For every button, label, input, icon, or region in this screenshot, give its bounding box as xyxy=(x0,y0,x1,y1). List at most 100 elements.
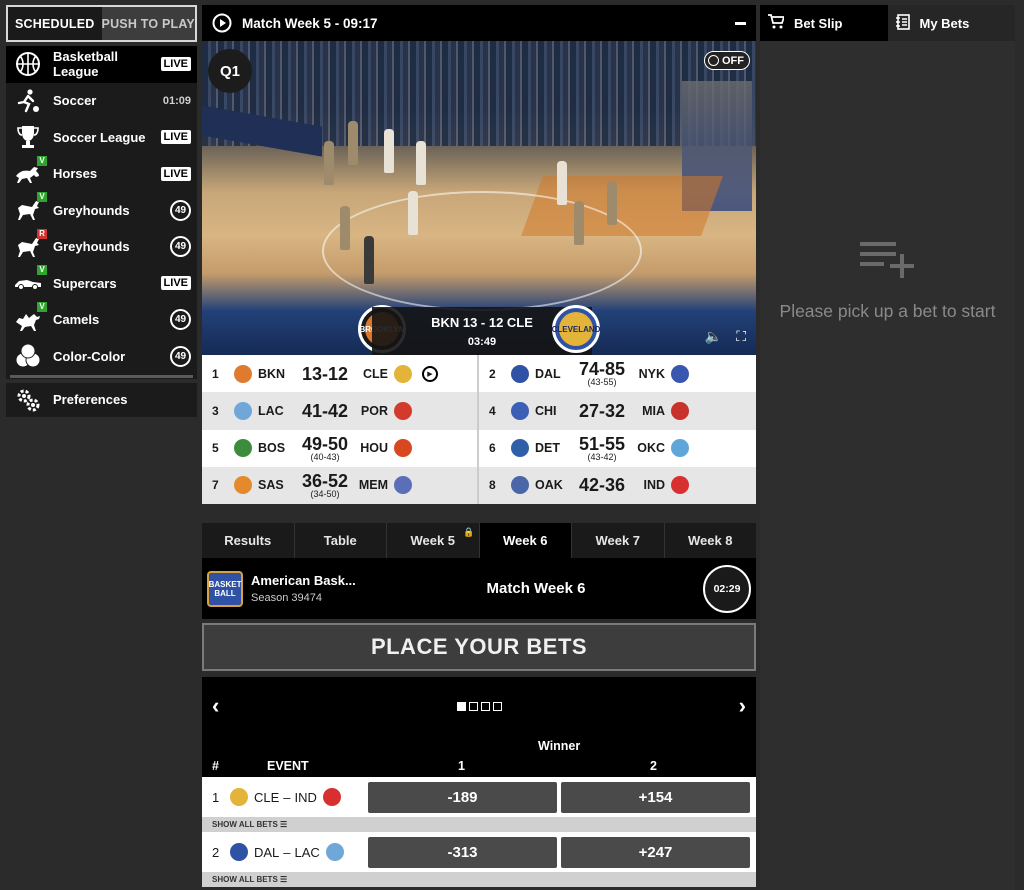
player xyxy=(416,141,426,185)
odd-button-2[interactable]: +154 xyxy=(561,781,750,813)
tab-bet-slip[interactable]: Bet Slip xyxy=(760,5,888,41)
away-team: CLE xyxy=(363,366,388,381)
page-dot[interactable] xyxy=(480,701,490,711)
game-greyhounds-r[interactable]: R Greyhounds 49 xyxy=(6,228,197,266)
game-soccer-league[interactable]: Soccer League LIVE xyxy=(6,119,197,156)
match-item[interactable]: 2 DAL 74-85 (43-55) NYK xyxy=(479,355,756,392)
bet-panel-tabs: Bet Slip My Bets xyxy=(760,5,1015,41)
empty-betslip-message: Please pick up a bet to start xyxy=(779,301,996,321)
bkn-logo xyxy=(234,364,252,383)
player xyxy=(384,129,394,173)
away-team: MEM xyxy=(358,478,388,493)
match-score: 51-55 (43-42) xyxy=(571,435,633,462)
home-team: DAL xyxy=(254,844,280,860)
match-index: 4 xyxy=(489,403,496,418)
home-team: BOS xyxy=(258,441,286,456)
virtual-badge: V xyxy=(37,301,47,312)
odds-row: 1 CLE – IND -189 +154 xyxy=(202,777,756,817)
tab-week-6[interactable]: Week 6 xyxy=(479,523,572,558)
video-controls: 🔈 ⛶ xyxy=(705,328,746,345)
score: 27-32 xyxy=(578,400,626,421)
game-name: Horses xyxy=(53,166,98,182)
add-to-list-icon xyxy=(860,242,914,278)
tab-week-5[interactable]: Week 5 🔒 xyxy=(387,523,480,558)
page-dot[interactable] xyxy=(492,701,502,711)
tab-week-8[interactable]: Week 8 xyxy=(664,523,756,558)
event-index: 2 xyxy=(212,844,220,860)
game-camels[interactable]: V Camels 49 xyxy=(6,301,197,339)
virtual-badge: V xyxy=(37,265,47,276)
lac-logo xyxy=(325,843,344,861)
next-arrow-icon[interactable]: › xyxy=(739,693,746,719)
match-item[interactable]: 8 OAK 42-36 IND xyxy=(479,466,756,504)
home-team: CLE xyxy=(254,789,280,805)
bet-slip-label: Bet Slip xyxy=(794,15,843,31)
match-item[interactable]: 4 CHI 27-32 MIA xyxy=(479,392,756,430)
game-basketball-league[interactable]: Basketball League LIVE xyxy=(6,46,197,83)
fullscreen-icon[interactable]: ⛶ xyxy=(736,328,746,345)
count-badge: 49 xyxy=(170,236,191,258)
match-item[interactable]: 1 BKN 13-12 CLE ▶ xyxy=(202,355,479,393)
prev-arrow-icon[interactable]: ‹ xyxy=(212,693,219,719)
odds-header: Winner # EVENT 1 2 xyxy=(202,735,756,777)
ind-logo xyxy=(671,476,689,495)
show-all-bets-link[interactable]: SHOW ALL BETS ☰ xyxy=(202,872,756,887)
match-index: 8 xyxy=(489,478,496,493)
game-horses[interactable]: V Horses LIVE xyxy=(6,155,197,193)
live-badge: LIVE xyxy=(160,276,191,291)
match-index: 2 xyxy=(489,366,496,381)
match-item[interactable]: 3 LAC 41-42 POR xyxy=(202,392,479,430)
match-item[interactable]: 5 BOS 49-50 (40-43) HOU xyxy=(202,429,479,467)
toggle-knob xyxy=(708,55,719,66)
page-dot[interactable] xyxy=(456,701,466,711)
home-team: DAL xyxy=(535,366,561,381)
watch-play-icon[interactable]: ▶ xyxy=(422,365,438,382)
cleveland-logo: CLEVELAND xyxy=(552,312,600,346)
volume-icon[interactable]: 🔈 xyxy=(705,328,722,345)
show-all-bets-link[interactable]: SHOW ALL BETS ☰ xyxy=(202,817,756,832)
match-item[interactable]: 7 SAS 36-52 (34-50) MEM xyxy=(202,466,479,504)
game-color-color[interactable]: Color-Color 49 xyxy=(6,338,197,375)
show-all-label: SHOW ALL BETS ☰ xyxy=(212,820,288,829)
player xyxy=(408,191,418,235)
preferences-button[interactable]: Preferences xyxy=(6,378,197,417)
tab-week-7[interactable]: Week 7 xyxy=(572,523,665,558)
live-badge: LIVE xyxy=(160,166,191,181)
mia-logo xyxy=(671,401,689,420)
odds-buttons: -189 +154 xyxy=(362,777,756,817)
away-team-logo: CLEVELAND xyxy=(552,305,600,353)
dal-logo xyxy=(511,364,529,383)
minimize-icon[interactable] xyxy=(735,21,746,25)
half-score: (43-55) xyxy=(587,377,617,388)
game-name: Camels xyxy=(53,312,100,328)
odd-button-1[interactable]: -189 xyxy=(368,781,557,813)
odds-row: 2 DAL – LAC -313 +247 xyxy=(202,832,756,872)
chi-logo xyxy=(511,401,529,420)
games-list: Basketball League LIVE Soccer 01:09 Socc… xyxy=(6,46,197,379)
por-logo xyxy=(394,401,412,420)
stats-toggle[interactable]: OFF xyxy=(704,51,750,70)
match-item[interactable]: 6 DET 51-55 (43-42) OKC xyxy=(479,430,756,467)
tab-scheduled[interactable]: SCHEDULED xyxy=(8,7,102,40)
score: 49-50 xyxy=(301,433,349,454)
tab-my-bets[interactable]: My Bets xyxy=(887,5,1015,41)
tab-results[interactable]: Results xyxy=(202,523,295,558)
ind-logo xyxy=(322,788,341,806)
game-supercars[interactable]: V Supercars LIVE xyxy=(6,265,197,302)
odd-button-1[interactable]: -313 xyxy=(368,836,557,868)
video-player[interactable]: Q1 OFF BROOKLYN BKN 13 - 12 CLE 03:49 CL… xyxy=(202,41,756,355)
tab-table[interactable]: Table xyxy=(294,523,387,558)
odd-button-2[interactable]: +247 xyxy=(561,836,750,868)
page-dot[interactable] xyxy=(468,701,478,711)
away-team: IND xyxy=(294,789,317,805)
dal-logo xyxy=(230,843,248,861)
game-soccer[interactable]: Soccer 01:09 xyxy=(6,83,197,120)
play-circle-icon[interactable] xyxy=(212,13,232,33)
game-name: Greyhounds xyxy=(53,239,130,255)
event-cell: 2 DAL – LAC xyxy=(202,832,362,872)
car-icon: V xyxy=(13,265,47,298)
tab-push-to-play[interactable]: PUSH TO PLAY xyxy=(101,7,195,40)
match-week-title: Match Week 6 xyxy=(486,580,586,597)
game-name: Color-Color xyxy=(53,348,126,364)
game-greyhounds-v[interactable]: V Greyhounds 49 xyxy=(6,192,197,229)
